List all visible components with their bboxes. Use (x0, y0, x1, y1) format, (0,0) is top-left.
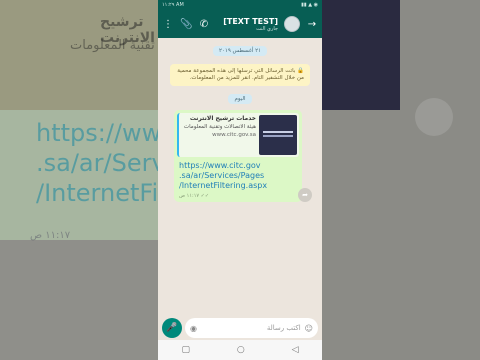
blurred-time-text: ١١:١٧ ص (30, 230, 71, 241)
today-chip: اليوم (228, 94, 252, 104)
contact-name: [TEXT TEST] (223, 16, 278, 26)
phone-screen: ١١:٢٩ AM ▮▮ ▲ ◉ ⋮ 📎 ✆ [TEXT TEST] جاري ا… (158, 0, 322, 360)
message-input-box[interactable]: ◉ اكتب رسالة ☺ (185, 318, 318, 338)
home-icon[interactable]: ○ (237, 345, 245, 355)
link-preview-text: خدمات ترشيح الانترنت هيئة الاتصالات وتقن… (181, 115, 256, 155)
system-nav-bar: ▢ ○ ◁ (158, 340, 322, 360)
more-icon[interactable]: ⋮ (162, 19, 174, 30)
message-link[interactable]: https://www.citc.gov .sa/ar/Services/Pag… (179, 161, 297, 191)
link-preview-thumbnail (259, 115, 297, 155)
message-bubble[interactable]: خدمات ترشيح الانترنت هيئة الاتصالات وتقن… (174, 110, 302, 202)
date-chip: ٢١ أغسطس ٢٠١٩ (212, 46, 268, 56)
status-time: ١١:٢٩ AM (162, 2, 184, 8)
blurred-link-line-1: https://ww (36, 119, 158, 147)
contact-status: جاري النت (256, 25, 278, 32)
link-preview-description: هيئة الاتصالات وتقنية المعلومات (183, 124, 256, 130)
chat-header: ⋮ 📎 ✆ [TEXT TEST] جاري النت → (158, 10, 322, 38)
message-link-line-3: /InternetFiltering.aspx (179, 181, 268, 190)
back-icon[interactable]: ◁ (292, 345, 299, 355)
recents-icon[interactable]: ▢ (181, 345, 190, 355)
call-icon[interactable]: ✆ (198, 19, 210, 30)
attach-icon[interactable]: 📎 (180, 19, 192, 30)
emoji-icon[interactable]: ☺ (305, 324, 313, 333)
status-bar: ١١:٢٩ AM ▮▮ ▲ ◉ (158, 0, 322, 10)
composer-bar: 🎤 ◉ اكتب رسالة ☺ (158, 316, 322, 340)
status-icons: ▮▮ ▲ ◉ (301, 2, 318, 8)
forward-icon[interactable]: ➦ (298, 188, 312, 202)
mic-icon[interactable]: 🎤 (162, 318, 182, 338)
blurred-link-text: https://ww .sa/ar/Servic /InternetFil (36, 118, 158, 208)
avatar[interactable] (284, 16, 300, 32)
message-input[interactable]: اكتب رسالة (201, 324, 301, 332)
blurred-thumbnail (322, 0, 400, 110)
back-arrow-icon[interactable]: → (306, 19, 318, 30)
blurred-left-panel: ترشيح الانترنت تقنية المعلومات https://w… (0, 0, 158, 360)
blurred-arabic-text-2: تقنية المعلومات (70, 38, 155, 53)
encryption-notice[interactable]: 🔒 باتت الرسائل التي ترسلها إلى هذه المجم… (170, 64, 310, 86)
thumbnail-logo-icon (263, 131, 293, 133)
message-timestamp: ١١:١٧ ص ✓✓ (179, 193, 210, 199)
blurred-forward-icon (415, 98, 453, 136)
camera-icon[interactable]: ◉ (190, 324, 197, 333)
chat-area: ٢١ أغسطس ٢٠١٩ 🔒 باتت الرسائل التي ترسلها… (158, 38, 322, 320)
link-preview-url: www.citc.gov.sa (212, 132, 256, 138)
blurred-link-line-3: /InternetFil (36, 179, 158, 207)
message-link-line-2: .sa/ar/Services/Pages (179, 171, 265, 180)
message-link-line-1: https://www.citc.gov (179, 161, 261, 170)
blurred-link-line-2: .sa/ar/Servic (36, 149, 158, 177)
contact-info[interactable]: [TEXT TEST] جاري النت (216, 17, 278, 32)
link-preview[interactable]: خدمات ترشيح الانترنت هيئة الاتصالات وتقن… (177, 113, 299, 157)
link-preview-title: خدمات ترشيح الانترنت (189, 115, 256, 122)
